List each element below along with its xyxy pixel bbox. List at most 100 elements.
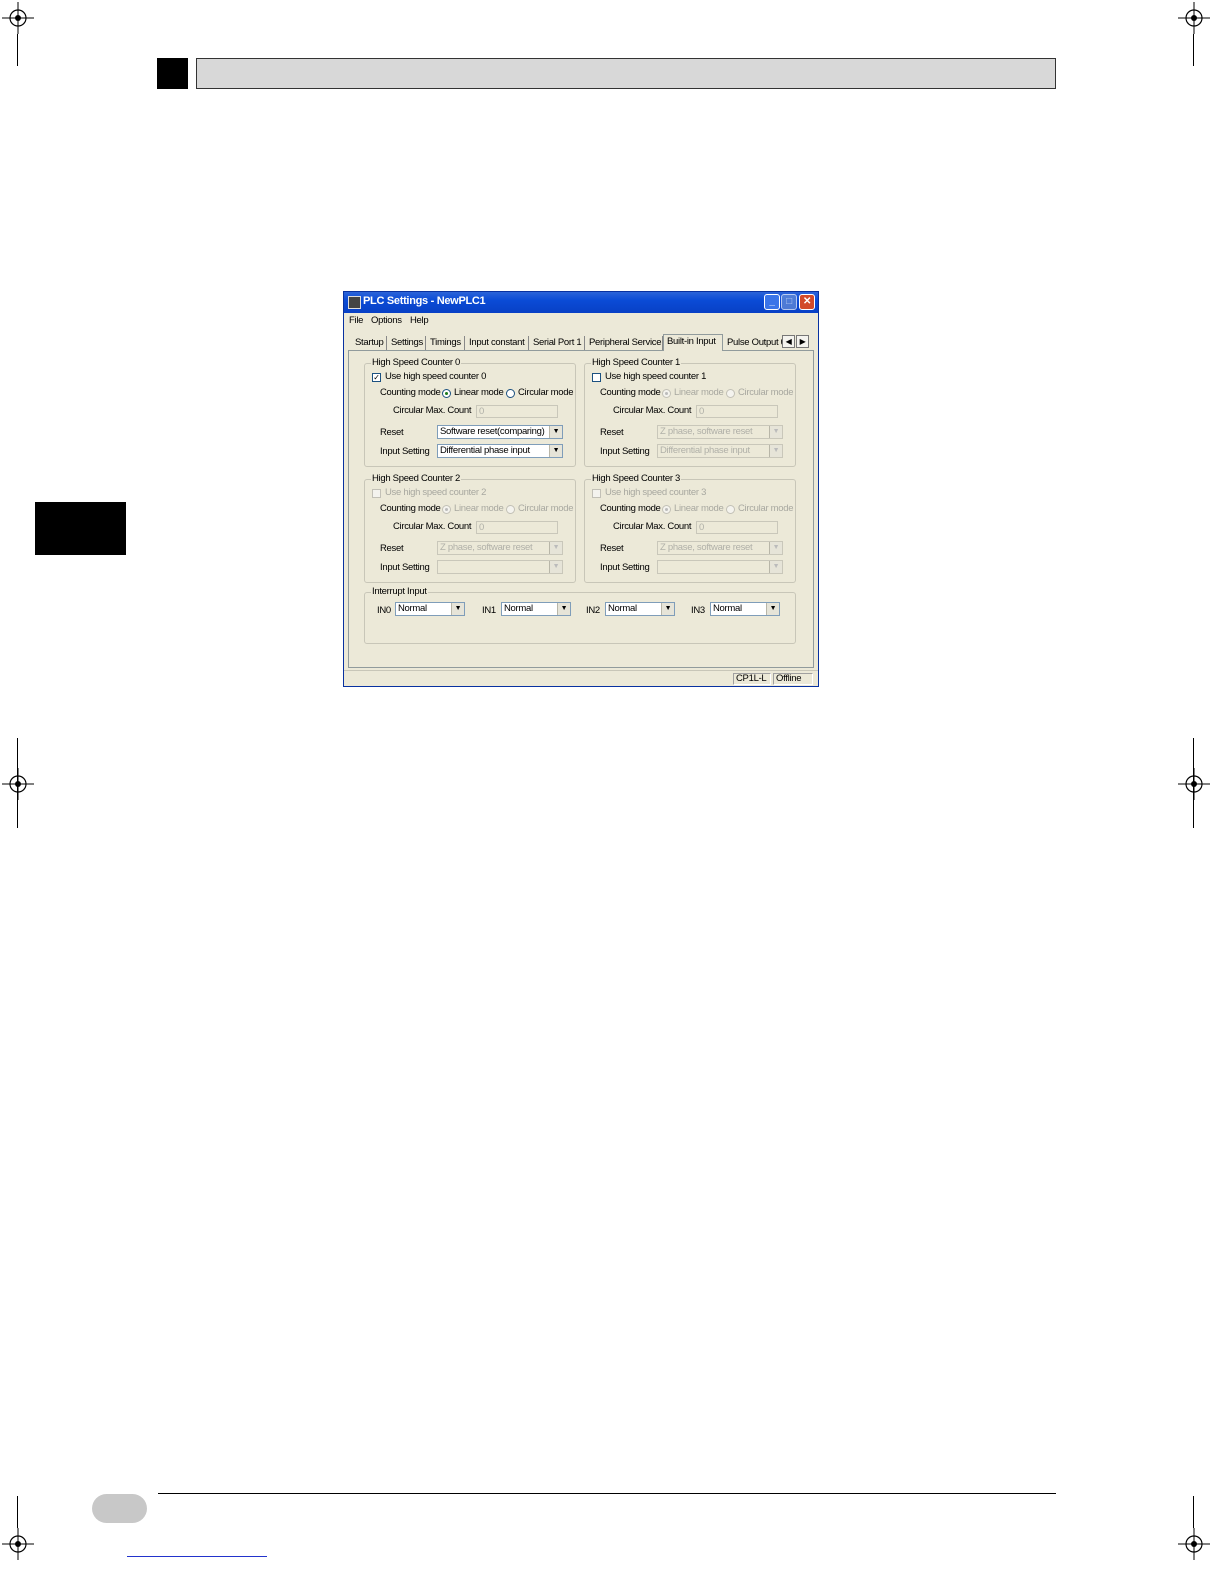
interrupt-input-title: Interrupt Input xyxy=(371,586,428,597)
minimize-button[interactable]: _ xyxy=(764,294,780,310)
chevron-down-icon[interactable]: ▼ xyxy=(549,542,562,554)
hsc2-reset-select[interactable]: Z phase, software reset ▼ xyxy=(437,541,563,555)
hsc1-reset-select[interactable]: Z phase, software reset ▼ xyxy=(657,425,783,439)
hsc1-use-label: Use high speed counter 1 xyxy=(605,371,707,382)
tab-peripheral-service[interactable]: Peripheral Service xyxy=(586,336,663,350)
chevron-down-icon[interactable]: ▼ xyxy=(557,603,570,615)
maximize-button[interactable]: □ xyxy=(781,294,797,310)
chevron-down-icon[interactable]: ▼ xyxy=(661,603,674,615)
hsc3-circular-radio[interactable] xyxy=(726,505,735,514)
tab-startup[interactable]: Startup xyxy=(352,336,387,350)
hsc2-reset-label: Reset xyxy=(380,543,404,554)
tab-built-in-input[interactable]: Built-in Input xyxy=(663,334,723,351)
window-title: PLC Settings - NewPLC1 xyxy=(363,295,486,307)
footer-link[interactable] xyxy=(127,1556,267,1557)
hsc2-circular-max-label: Circular Max. Count xyxy=(393,521,472,532)
hsc1-reset-value: Z phase, software reset xyxy=(660,426,753,437)
chevron-down-icon[interactable]: ▼ xyxy=(549,445,562,457)
hsc2-reset-value: Z phase, software reset xyxy=(440,542,533,553)
hsc2-circular-radio[interactable] xyxy=(506,505,515,514)
trim-line xyxy=(1193,738,1194,828)
menu-help[interactable]: Help xyxy=(410,315,429,326)
hsc0-circular-max-field[interactable]: 0 xyxy=(476,405,558,418)
registration-mark-icon xyxy=(1178,768,1210,800)
hsc2-use-checkbox[interactable] xyxy=(372,489,381,498)
hsc0-input-setting-select[interactable]: Differential phase input ▼ xyxy=(437,444,563,458)
hsc3-reset-value: Z phase, software reset xyxy=(660,542,753,553)
registration-mark-icon xyxy=(1178,1528,1210,1560)
registration-mark-icon xyxy=(2,2,34,34)
hsc0-use-checkbox[interactable]: ✓ xyxy=(372,373,381,382)
hsc0-circular-label: Circular mode xyxy=(518,387,574,398)
tab-strip: Startup Settings Timings Input constant … xyxy=(352,334,810,351)
tab-serial-port-1[interactable]: Serial Port 1 xyxy=(530,336,585,350)
registration-mark-icon xyxy=(2,1528,34,1560)
hsc0-reset-value: Software reset(comparing) xyxy=(440,426,545,437)
close-button[interactable]: ✕ xyxy=(799,294,815,310)
chevron-down-icon[interactable]: ▼ xyxy=(769,542,782,554)
trim-line xyxy=(17,738,18,828)
hsc1-linear-radio[interactable] xyxy=(662,389,671,398)
tab-input-constant[interactable]: Input constant xyxy=(466,336,529,350)
registration-mark-icon xyxy=(1178,2,1210,34)
menu-file[interactable]: File xyxy=(349,315,363,326)
hsc0-circular-max-label: Circular Max. Count xyxy=(393,405,472,416)
menu-options[interactable]: Options xyxy=(371,315,402,326)
chevron-down-icon[interactable]: ▼ xyxy=(769,561,782,573)
in3-label: IN3 xyxy=(691,605,705,616)
hsc2-input-setting-select[interactable]: ▼ xyxy=(437,560,563,574)
plc-settings-window: PLC Settings - NewPLC1 _ □ ✕ File Option… xyxy=(343,291,819,687)
in2-select[interactable]: Normal ▼ xyxy=(605,602,675,616)
hsc3-group: High Speed Counter 3 Use high speed coun… xyxy=(584,473,796,583)
hsc1-circular-radio[interactable] xyxy=(726,389,735,398)
page-number-badge xyxy=(92,1494,147,1523)
hsc3-use-label: Use high speed counter 3 xyxy=(605,487,707,498)
chevron-down-icon[interactable]: ▼ xyxy=(451,603,464,615)
hsc1-title: High Speed Counter 1 xyxy=(591,357,682,368)
hsc1-input-setting-value: Differential phase input xyxy=(660,445,750,456)
hsc2-counting-mode-label: Counting mode xyxy=(380,503,441,514)
hsc3-circular-label: Circular mode xyxy=(738,503,794,514)
hsc0-title: High Speed Counter 0 xyxy=(371,357,462,368)
hsc3-input-setting-select[interactable]: ▼ xyxy=(657,560,783,574)
in3-select[interactable]: Normal ▼ xyxy=(710,602,780,616)
chevron-down-icon[interactable]: ▼ xyxy=(549,426,562,438)
hsc0-counting-mode-label: Counting mode xyxy=(380,387,441,398)
title-bar[interactable]: PLC Settings - NewPLC1 _ □ ✕ xyxy=(344,292,818,313)
chevron-down-icon[interactable]: ▼ xyxy=(769,445,782,457)
hsc2-linear-radio[interactable] xyxy=(442,505,451,514)
in3-value: Normal xyxy=(713,603,742,614)
section-header-bar xyxy=(196,58,1056,89)
hsc0-linear-radio[interactable] xyxy=(442,389,451,398)
hsc1-linear-label: Linear mode xyxy=(674,387,724,398)
tab-scroll-left-icon[interactable]: ◀ xyxy=(782,335,795,348)
hsc1-use-checkbox[interactable] xyxy=(592,373,601,382)
status-plc-model: CP1L-L xyxy=(733,673,771,685)
in0-select[interactable]: Normal ▼ xyxy=(395,602,465,616)
tab-pulse-output-0[interactable]: Pulse Output 0 xyxy=(724,336,789,350)
built-in-input-panel: High Speed Counter 0 ✓ Use high speed co… xyxy=(348,350,814,668)
hsc1-group: High Speed Counter 1 Use high speed coun… xyxy=(584,357,796,467)
hsc0-reset-select[interactable]: Software reset(comparing) ▼ xyxy=(437,425,563,439)
tab-timings[interactable]: Timings xyxy=(427,336,465,350)
trim-line xyxy=(17,1496,18,1528)
hsc1-circular-label: Circular mode xyxy=(738,387,794,398)
hsc3-use-checkbox[interactable] xyxy=(592,489,601,498)
menu-bar: File Options Help xyxy=(344,313,818,329)
chevron-down-icon[interactable]: ▼ xyxy=(766,603,779,615)
hsc3-linear-radio[interactable] xyxy=(662,505,671,514)
hsc2-circular-max-field[interactable]: 0 xyxy=(476,521,558,534)
hsc1-input-setting-select[interactable]: Differential phase input ▼ xyxy=(657,444,783,458)
tab-settings[interactable]: Settings xyxy=(388,336,426,350)
in1-select[interactable]: Normal ▼ xyxy=(501,602,571,616)
chapter-tab xyxy=(35,502,126,555)
hsc3-circular-max-field[interactable]: 0 xyxy=(696,521,778,534)
tab-scroll-right-icon[interactable]: ▶ xyxy=(796,335,809,348)
hsc3-reset-select[interactable]: Z phase, software reset ▼ xyxy=(657,541,783,555)
hsc0-circular-radio[interactable] xyxy=(506,389,515,398)
chevron-down-icon[interactable]: ▼ xyxy=(549,561,562,573)
hsc3-input-setting-label: Input Setting xyxy=(600,562,650,573)
hsc0-reset-label: Reset xyxy=(380,427,404,438)
chevron-down-icon[interactable]: ▼ xyxy=(769,426,782,438)
hsc1-circular-max-field[interactable]: 0 xyxy=(696,405,778,418)
